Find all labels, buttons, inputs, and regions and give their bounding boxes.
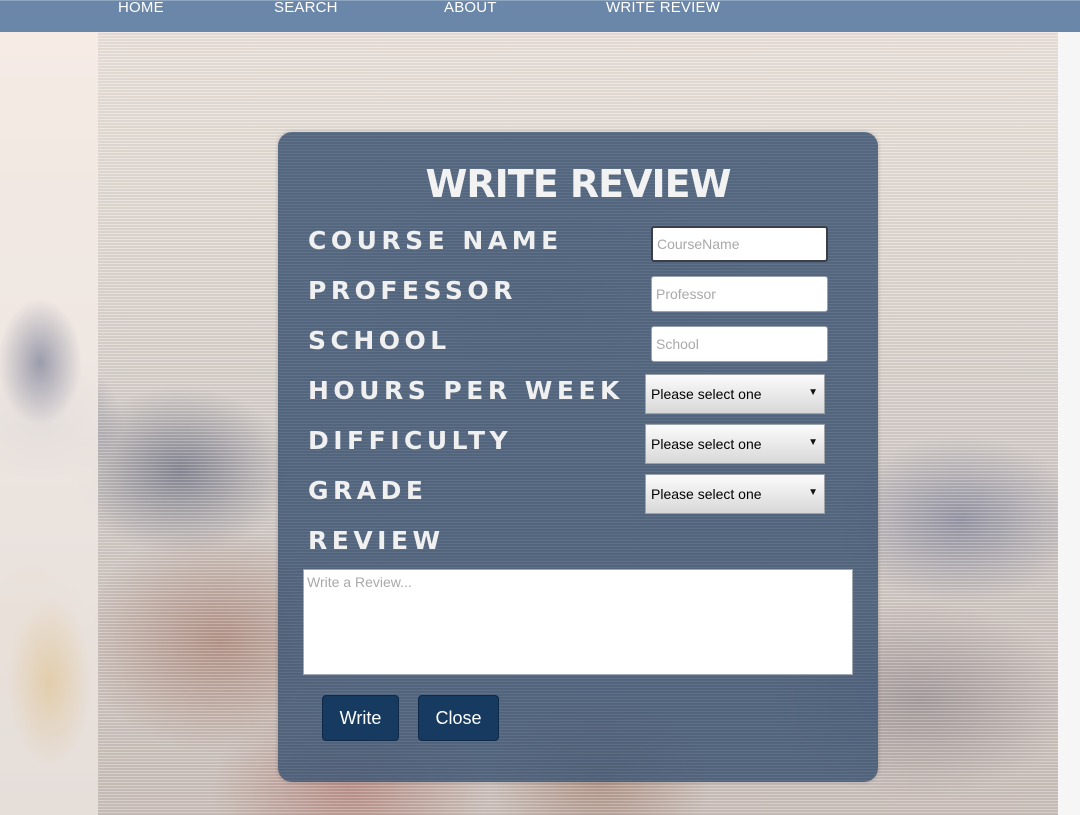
dropdown-arrow-icon: ▼: [808, 437, 818, 448]
grade-select[interactable]: Please select one ▼: [645, 474, 825, 514]
hours-per-week-select[interactable]: Please select one ▼: [645, 374, 825, 414]
difficulty-label: DIFFICULTY: [308, 426, 513, 455]
grade-selected: Please select one: [651, 486, 762, 502]
dialog-title: WRITE REVIEW: [425, 162, 731, 206]
school-label: SCHOOL: [308, 326, 451, 355]
professor-label: PROFESSOR: [308, 276, 517, 305]
hours-per-week-label: HOURS PER WEEK: [308, 376, 624, 405]
dropdown-arrow-icon: ▼: [808, 487, 818, 498]
dropdown-arrow-icon: ▼: [808, 387, 818, 398]
nav-search[interactable]: SEARCH: [274, 0, 338, 16]
grade-label: GRADE: [308, 476, 428, 505]
school-input[interactable]: [651, 326, 828, 362]
write-button[interactable]: Write: [322, 695, 399, 741]
background-left-strip: [0, 32, 98, 815]
background-right-strip: [1058, 32, 1080, 815]
review-textarea[interactable]: [303, 569, 853, 675]
nav-about[interactable]: ABOUT: [444, 0, 497, 16]
difficulty-selected: Please select one: [651, 436, 762, 452]
course-name-label: COURSE NAME: [308, 226, 563, 255]
difficulty-select[interactable]: Please select one ▼: [645, 424, 825, 464]
close-button[interactable]: Close: [418, 695, 499, 741]
hours-per-week-selected: Please select one: [651, 386, 762, 402]
professor-input[interactable]: [651, 276, 828, 312]
course-name-input[interactable]: [651, 226, 828, 262]
nav-home[interactable]: HOME: [118, 0, 164, 16]
review-label: REVIEW: [308, 526, 445, 555]
top-navbar: HOME SEARCH ABOUT WRITE REVIEW: [0, 0, 1080, 32]
nav-write-review[interactable]: WRITE REVIEW: [606, 0, 720, 16]
